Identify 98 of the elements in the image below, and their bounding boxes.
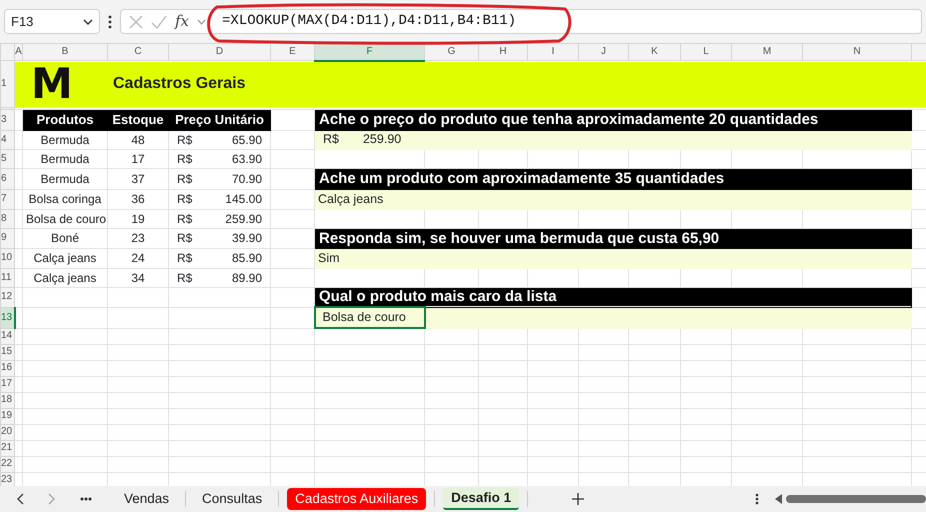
row-header[interactable]: 7 (0, 189, 14, 209)
column-header[interactable]: F (314, 44, 424, 60)
answer-cell[interactable]: R$ 259.90 (314, 130, 424, 149)
question-heading: Responda sim, se houver uma bermuda que custa 65,90 (314, 228, 912, 248)
answer-value: 259.90 (362, 133, 402, 146)
column-header[interactable]: G (424, 44, 478, 60)
table-cell: Bolsa coringa (22, 189, 108, 209)
sheet-tab[interactable]: Cadastros Auxiliares (287, 488, 426, 510)
currency-symbol: R$ (177, 193, 192, 205)
row-header[interactable]: 3 (0, 109, 14, 130)
table-cell: Calça jeans (22, 268, 108, 287)
row-header[interactable]: 12 (0, 287, 14, 307)
table-cell: 70.90 (232, 172, 262, 184)
banner-title: Cadastros Gerais (113, 76, 246, 92)
column-header[interactable]: E (270, 44, 314, 60)
row-header[interactable]: 1 (0, 60, 14, 107)
column-header[interactable]: L (680, 44, 732, 60)
more-options-icon[interactable] (755, 493, 759, 505)
answer-value: Bolsa de couro (322, 310, 406, 324)
add-sheet-icon[interactable] (572, 493, 584, 505)
row-header[interactable]: 5 (0, 149, 14, 168)
table-cell: 39.90 (232, 232, 262, 244)
column-header[interactable]: H (478, 44, 528, 60)
answer-cell[interactable]: Calça jeans (314, 189, 424, 209)
table-cell: 37 (108, 168, 168, 189)
sheet-tab[interactable]: Vendas (116, 488, 178, 510)
table-cell: 24 (108, 248, 168, 268)
answer-value: Calça jeans (318, 192, 384, 206)
table-cell: Bermuda (22, 168, 108, 189)
sheet-tab[interactable]: Desafio 1 (443, 488, 520, 510)
column-header[interactable]: J (578, 44, 628, 60)
row-header[interactable]: 10 (0, 248, 14, 268)
table-header-cell: Estoque (108, 109, 168, 130)
answer-cell[interactable]: Sim (314, 248, 424, 268)
table-cell: 85.90 (232, 252, 262, 264)
currency-symbol: R$ (177, 272, 192, 284)
row-header[interactable]: 17 (0, 376, 14, 392)
row-header[interactable]: 21 (0, 440, 14, 456)
column-header[interactable]: C (108, 44, 168, 60)
row-header[interactable]: 19 (0, 408, 14, 424)
column-header[interactable]: I (528, 44, 578, 60)
dropdown-caret-icon (83, 18, 93, 24)
scroll-left-icon[interactable] (775, 494, 782, 504)
column-header[interactable]: D (168, 44, 270, 60)
question-heading: Qual o produto mais caro da lista (314, 287, 912, 307)
currency-symbol: R$ (323, 133, 339, 146)
table-cell: 17 (108, 149, 168, 168)
row-header[interactable]: 9 (0, 228, 14, 248)
row-header[interactable]: 8 (0, 209, 14, 228)
row-header[interactable]: 23 (0, 472, 14, 486)
row-header[interactable]: 4 (0, 130, 14, 149)
currency-symbol: R$ (177, 212, 192, 224)
currency-symbol: R$ (177, 252, 192, 264)
row-header[interactable]: 20 (0, 424, 14, 440)
table-cell: 145.00 (225, 193, 262, 205)
row-header[interactable]: 11 (0, 268, 14, 287)
column-header[interactable]: B (22, 44, 108, 60)
currency-symbol: R$ (177, 232, 192, 244)
currency-symbol: R$ (177, 172, 192, 184)
row-header[interactable]: 22 (0, 456, 14, 472)
logo: M (31, 62, 67, 106)
column-header[interactable]: N (802, 44, 912, 60)
more-sheets-icon[interactable] (80, 497, 92, 501)
row-header[interactable]: 16 (0, 360, 14, 376)
question-heading: Ache um produto com aproximadamente 35 quantidades (314, 168, 912, 189)
row-header[interactable]: 13 (0, 307, 14, 328)
table-cell: 34 (108, 268, 168, 287)
name-box[interactable]: F13 (4, 9, 100, 34)
table-cell: 23 (108, 228, 168, 248)
row-header[interactable]: 18 (0, 392, 14, 408)
row-header[interactable]: 6 (0, 168, 14, 189)
currency-symbol: R$ (177, 134, 192, 146)
table-cell: Bermuda (22, 130, 108, 149)
table-cell: 19 (108, 209, 168, 228)
table-cell: Bermuda (22, 149, 108, 168)
currency-symbol: R$ (177, 152, 192, 164)
previous-sheet-icon[interactable] (16, 493, 24, 505)
row-header[interactable]: 14 (0, 328, 14, 344)
more-options-icon[interactable] (108, 14, 112, 28)
column-header[interactable]: M (732, 44, 802, 60)
scrollbar-thumb[interactable] (786, 495, 926, 503)
table-cell: 65.90 (232, 134, 262, 146)
table-cell: 89.90 (232, 272, 262, 284)
table-header-cell: Preço Unitário (168, 109, 270, 130)
table-cell: Bolsa de couro (22, 209, 108, 228)
table-cell: Boné (22, 228, 108, 248)
table-cell: 259.90 (225, 212, 262, 224)
question-heading: Ache o preço do produto que tenha aproximadamente 20 quantidades (314, 109, 912, 130)
table-cell: Calça jeans (22, 248, 108, 268)
sheet-tab[interactable]: Consultas (194, 488, 270, 510)
row-header[interactable]: 15 (0, 344, 14, 360)
answer-value: Sim (318, 250, 340, 265)
table-cell: 63.90 (232, 152, 262, 164)
table-header-cell: Produtos (22, 109, 108, 130)
table-cell: 48 (108, 130, 168, 149)
table-cell: 36 (108, 189, 168, 209)
answer-cell[interactable]: Bolsa de couro (314, 307, 424, 328)
column-header[interactable]: K (628, 44, 680, 60)
